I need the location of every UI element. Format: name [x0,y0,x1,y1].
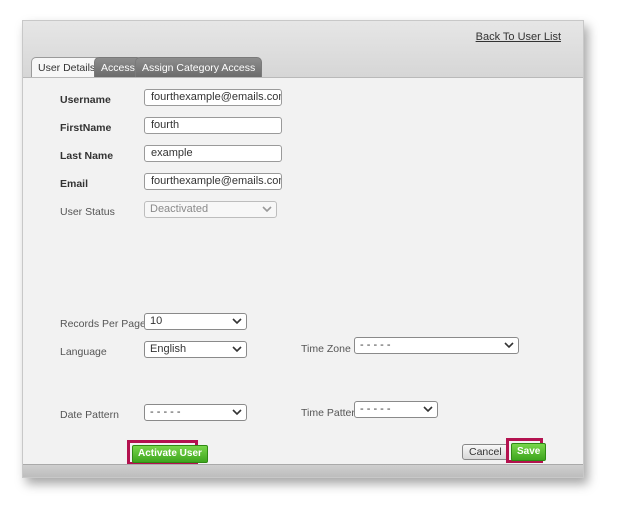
tab-user-details[interactable]: User Details [31,57,103,78]
lastname-label: Last Name [60,150,114,162]
cancel-button[interactable]: Cancel [462,444,509,460]
time-pattern-select[interactable]: - - - - - [354,401,438,418]
chevron-down-icon [232,409,242,416]
records-per-page-label: Records Per Page [60,318,146,330]
date-pattern-select[interactable]: - - - - - [144,404,247,421]
save-button[interactable]: Save [511,443,547,461]
date-pattern-value: - - - - - [150,406,181,418]
user-status-label: User Status [60,206,115,218]
chevron-down-icon [423,406,433,413]
chevron-down-icon [232,318,242,325]
tab-assign-category-access[interactable]: Assign Category Access [135,57,263,77]
language-select[interactable]: English [144,341,247,358]
chevron-down-icon [262,206,272,213]
language-label: Language [60,346,107,358]
time-pattern-label: Time Pattern [301,407,361,419]
time-zone-value: - - - - - [360,339,391,351]
time-zone-label: Time Zone [301,343,351,355]
firstname-label: FirstName [60,122,112,134]
records-per-page-select[interactable]: 10 [144,313,247,330]
panel-footer [23,464,583,477]
chevron-down-icon [232,346,242,353]
records-per-page-value: 10 [150,315,163,327]
username-input[interactable]: fourthexample@emails.com [144,89,282,106]
user-status-select: Deactivated [144,201,277,218]
back-to-user-list-link[interactable]: Back To User List [476,31,561,43]
activate-user-button[interactable]: Activate User [132,445,208,463]
date-pattern-label: Date Pattern [60,409,119,421]
time-zone-select[interactable]: - - - - - [354,337,519,354]
email-label: Email [60,178,89,190]
email-input[interactable]: fourthexample@emails.com [144,173,282,190]
lastname-input[interactable]: example [144,145,282,162]
panel-header: Back To User List User Details Access As… [23,21,583,78]
user-details-form: Username fourthexample@emails.com FirstN… [23,77,583,465]
user-edit-panel: Back To User List User Details Access As… [22,20,584,478]
language-value: English [150,343,187,355]
firstname-input[interactable]: fourth [144,117,282,134]
time-pattern-value: - - - - - [360,403,391,415]
chevron-down-icon [504,342,514,349]
username-label: Username [60,94,111,106]
user-status-value: Deactivated [150,203,209,215]
